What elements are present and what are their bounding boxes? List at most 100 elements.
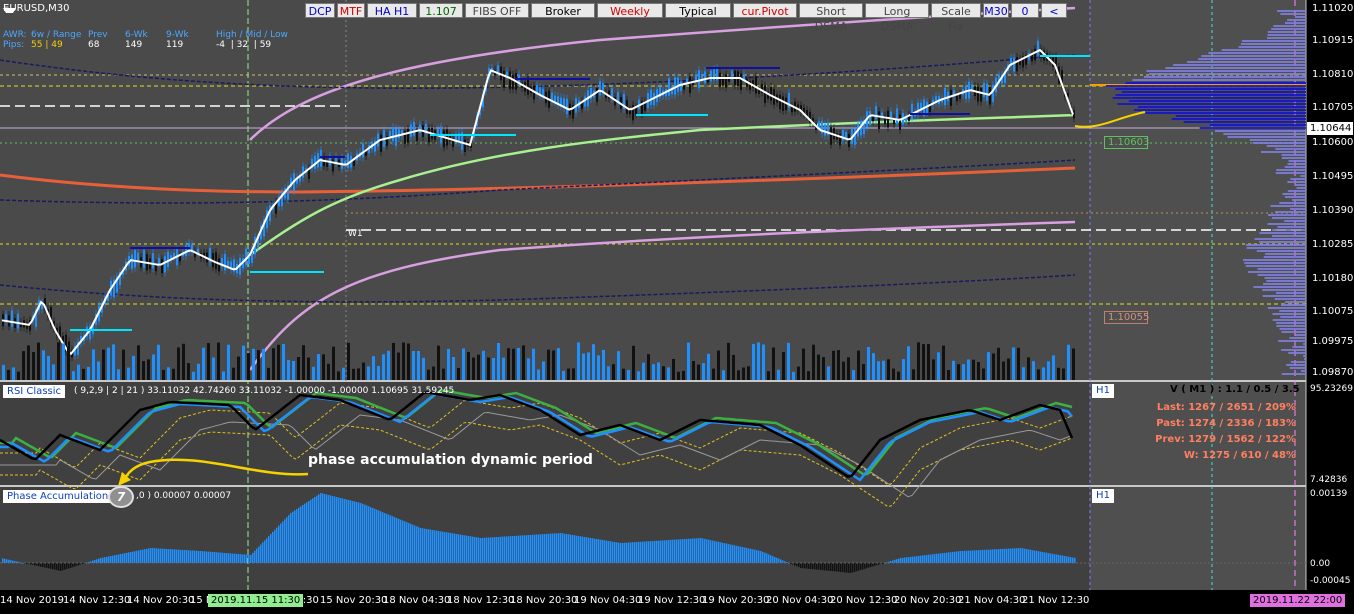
profile-bar xyxy=(1208,52,1306,54)
pa-bar xyxy=(366,505,368,563)
pa-bar xyxy=(184,550,186,563)
volume-bar xyxy=(272,348,275,380)
pa-bar xyxy=(968,550,970,563)
pa-bar xyxy=(338,497,340,563)
volume-bar xyxy=(947,370,950,380)
pa-timeframe-badge[interactable]: H1 xyxy=(1092,489,1114,503)
price-tick: 1.10915 xyxy=(1312,35,1354,46)
toolbar-button-dcp[interactable]: DCP xyxy=(305,3,335,18)
pa-bar xyxy=(454,533,456,563)
volume-bar xyxy=(677,371,680,380)
profile-bar xyxy=(1301,370,1306,372)
toolbar-button-long-dsma[interactable]: Long DSMA xyxy=(865,3,929,33)
pa-bar xyxy=(290,513,292,563)
price-tick: 1.10705 xyxy=(1312,102,1354,113)
pa-bar xyxy=(962,550,964,563)
awr-range-a: 55 xyxy=(31,40,43,50)
pa-bar xyxy=(1046,552,1048,563)
pa-bar xyxy=(172,549,174,563)
dropdown-icon[interactable] xyxy=(3,8,16,13)
toolbar-button-fibs-off[interactable]: FIBS OFF xyxy=(465,3,529,18)
volume-bar xyxy=(632,345,635,380)
pa-bar xyxy=(898,558,900,563)
pa-bar xyxy=(780,559,782,563)
pa-bar xyxy=(74,563,76,567)
toolbar-button-weekly[interactable]: Weekly xyxy=(597,3,663,18)
volume-bar xyxy=(47,355,50,380)
volume-bar xyxy=(967,359,970,380)
profile-bar xyxy=(1143,76,1306,78)
pa-bar xyxy=(298,507,300,563)
pa-bar xyxy=(442,531,444,563)
volume-bar xyxy=(442,368,445,380)
volume-bar xyxy=(367,366,370,380)
toolbar-button-typical[interactable]: Typical xyxy=(665,3,731,18)
pa-bar xyxy=(746,548,748,563)
pa-bar xyxy=(612,541,614,563)
volume-bar xyxy=(1047,361,1050,380)
pa-bar xyxy=(702,538,704,563)
pa-bar xyxy=(140,550,142,563)
pa-bar xyxy=(452,533,454,563)
pa-bar xyxy=(1044,552,1046,563)
pa-bar xyxy=(696,538,698,564)
toolbar-button-short-dsma[interactable]: Short DSMA xyxy=(799,3,863,33)
pa-bar xyxy=(806,563,808,569)
volume-bar xyxy=(282,344,285,380)
toolbar-button-m30[interactable]: M30 xyxy=(983,3,1009,18)
volume-bar xyxy=(102,349,105,380)
volume-bar xyxy=(247,353,250,380)
toolbar-button-cur-pivot[interactable]: cur.Pivot xyxy=(733,3,797,18)
rsi-timeframe-badge[interactable]: H1 xyxy=(1092,384,1114,398)
pa-indicator-name[interactable]: Phase Accumulation xyxy=(3,490,113,503)
toolbar-button-ha-h1[interactable]: HA H1 xyxy=(367,3,417,18)
volume-bar xyxy=(687,342,690,380)
awr-hml-values: -4 | 32 | 59 xyxy=(216,40,272,50)
rsi-indicator-name[interactable]: RSI Classic xyxy=(3,385,66,398)
pa-bar xyxy=(168,549,170,563)
pa-bar xyxy=(470,536,472,563)
volume-bar xyxy=(542,361,545,380)
pa-bar xyxy=(666,540,668,563)
profile-bar xyxy=(1254,238,1306,240)
time-tick: 14 Nov 2019 xyxy=(0,595,65,606)
pa-bar xyxy=(326,494,328,563)
volume-bar xyxy=(97,361,100,380)
pa-bar xyxy=(106,556,108,563)
toolbar-button-scale-fix[interactable]: Scale Fix xyxy=(931,3,981,33)
pa-bar xyxy=(1010,548,1012,563)
volume-bar xyxy=(77,364,80,380)
pa-bar xyxy=(800,563,802,568)
volume-bar xyxy=(62,343,65,380)
volume-bar xyxy=(802,348,805,380)
pa-bar xyxy=(412,524,414,563)
pa-bar xyxy=(1026,549,1028,563)
pa-bar xyxy=(82,563,84,564)
pa-bar xyxy=(148,548,150,563)
pa-bar xyxy=(676,539,678,563)
toolbar-button-1-107[interactable]: 1.107 xyxy=(419,3,463,18)
pa-bar xyxy=(4,558,6,563)
volume-bar xyxy=(72,371,75,380)
pa-bar xyxy=(818,563,820,570)
toolbar-button-mtf[interactable]: MTF xyxy=(337,3,365,18)
volume-bar xyxy=(712,368,715,380)
toolbar-button-0[interactable]: 0 xyxy=(1011,3,1039,18)
pa-bar xyxy=(826,563,828,571)
pa-bar xyxy=(136,550,138,563)
pa-bar xyxy=(814,563,816,570)
pa-bar xyxy=(928,554,930,563)
volume-bar xyxy=(32,352,35,380)
pa-bar xyxy=(768,554,770,563)
toolbar-button-[interactable]: < xyxy=(1041,3,1067,18)
toolbar-button-broker[interactable]: Broker xyxy=(531,3,595,18)
pa-bar xyxy=(802,563,804,569)
pa-bar xyxy=(684,539,686,563)
profile-bar xyxy=(1281,331,1306,333)
volume-bar xyxy=(162,369,165,380)
pa-bar xyxy=(264,540,266,563)
profile-bar xyxy=(1165,67,1306,69)
time-tick: 18 Nov 04:30 xyxy=(383,595,451,606)
volume-bar xyxy=(412,351,415,380)
pa-scale-mid: 0.00 xyxy=(1310,559,1331,569)
